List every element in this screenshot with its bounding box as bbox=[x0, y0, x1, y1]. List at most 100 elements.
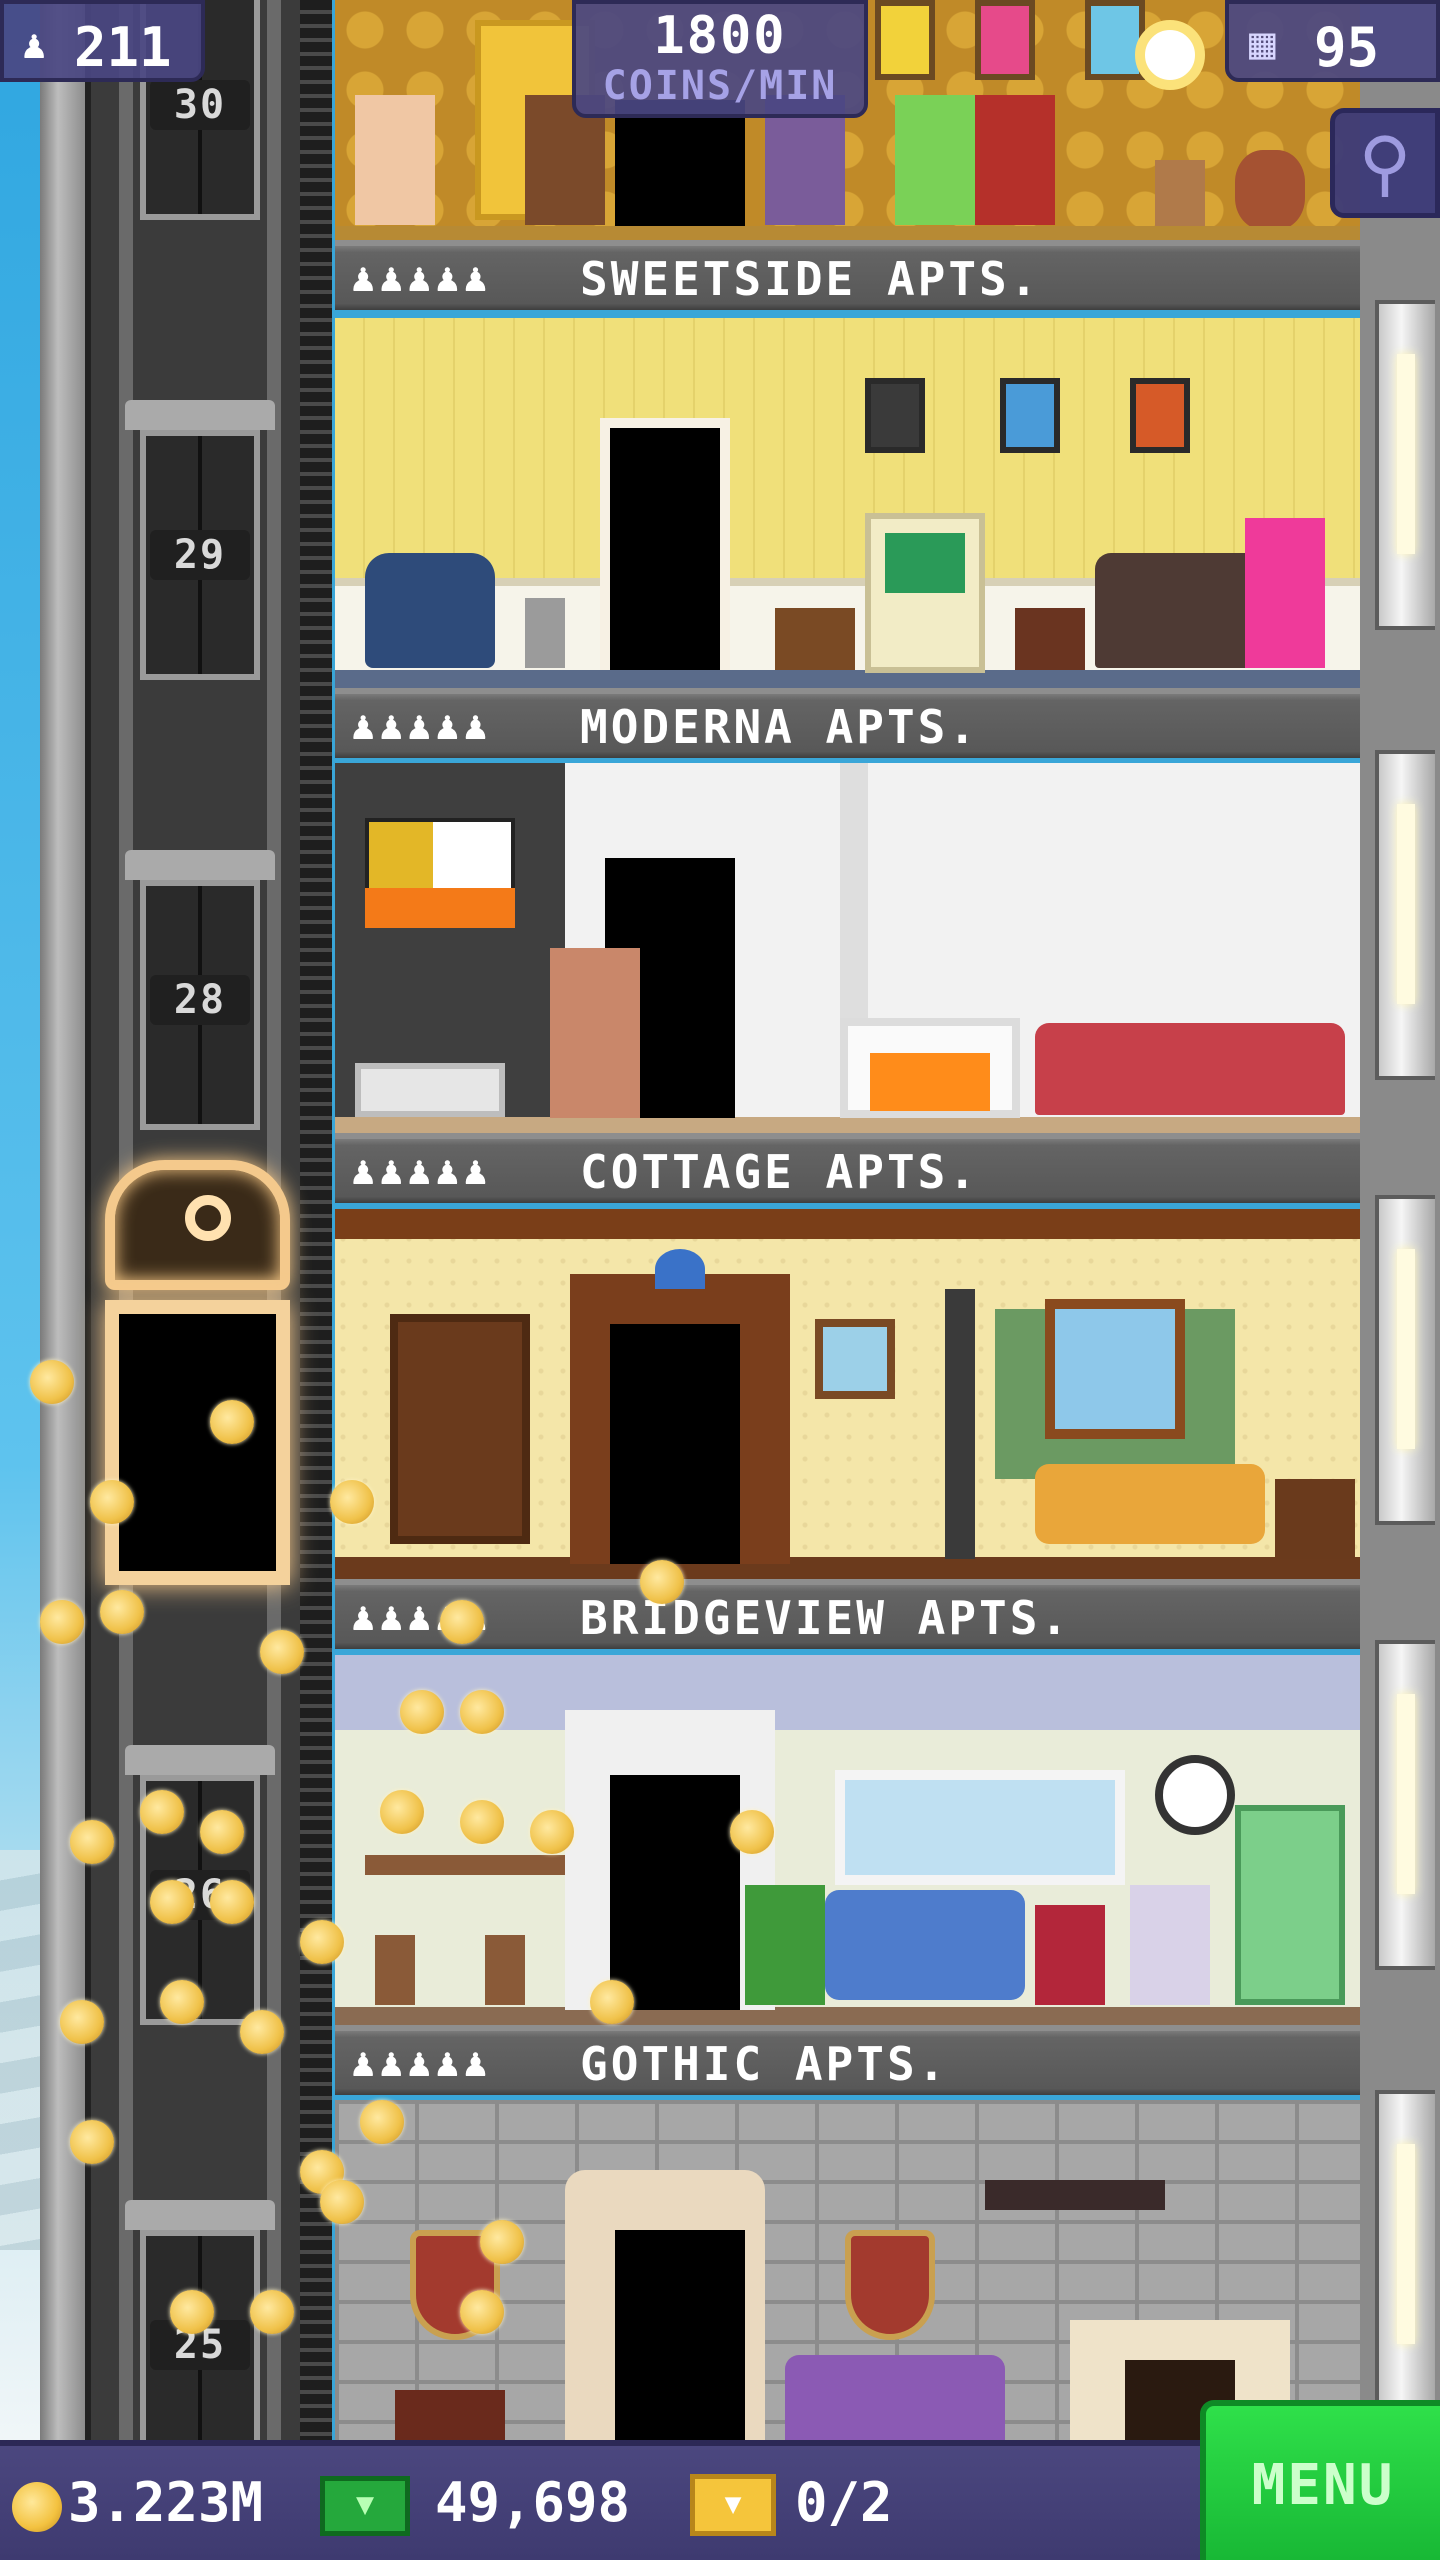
income-value: 1800 bbox=[653, 6, 787, 66]
coin-icon[interactable] bbox=[140, 1790, 184, 1834]
resident-sprite[interactable] bbox=[1130, 1885, 1210, 2005]
ceiling-lamp bbox=[655, 1249, 705, 1289]
tv-screen bbox=[885, 533, 965, 593]
window-light bbox=[1397, 2144, 1415, 2344]
abstract-painting-band bbox=[365, 888, 515, 928]
floor-bar-29[interactable]: ♟♟♟♟♟ MODERNA APTS. bbox=[335, 688, 1360, 758]
coin-icon[interactable] bbox=[240, 2010, 284, 2054]
apartment-door bbox=[600, 418, 730, 670]
population-counter[interactable]: ♟ 211 bbox=[0, 0, 205, 82]
coin-icon[interactable] bbox=[160, 1980, 204, 2024]
residents-indicator: ♟♟♟♟♟ bbox=[351, 255, 492, 301]
magnifier-icon: ⚲ bbox=[1358, 121, 1412, 205]
coin-icon[interactable] bbox=[530, 1810, 574, 1854]
window-light bbox=[1397, 354, 1415, 554]
floor-room-28[interactable] bbox=[335, 763, 1360, 1133]
coin-icon[interactable] bbox=[320, 2180, 364, 2224]
menu-button[interactable]: MENU bbox=[1200, 2400, 1440, 2560]
apartment-door bbox=[615, 2230, 745, 2440]
floor-count-counter[interactable]: ▦ 95 bbox=[1225, 0, 1440, 82]
search-button[interactable]: ⚲ bbox=[1330, 108, 1440, 218]
floor-bar-28[interactable]: ♟♟♟♟♟ COTTAGE APTS. bbox=[335, 1133, 1360, 1203]
income-unit: COINS/MIN bbox=[602, 63, 838, 109]
coin-icon[interactable] bbox=[210, 1880, 254, 1924]
elevator-frame bbox=[125, 2200, 275, 2230]
floor-count-value: 95 bbox=[1314, 16, 1380, 79]
coin-icon[interactable] bbox=[260, 1630, 304, 1674]
picture-frame bbox=[1130, 378, 1190, 453]
side-window bbox=[1375, 300, 1435, 630]
elevator-cab bbox=[105, 1300, 290, 1585]
elevator-car[interactable] bbox=[95, 1160, 300, 1590]
picture-frame bbox=[815, 1319, 895, 1399]
coin-icon[interactable] bbox=[300, 1920, 344, 1964]
resident-sprite[interactable] bbox=[355, 95, 435, 225]
apartment-door bbox=[610, 1324, 740, 1564]
resident-sprite[interactable] bbox=[745, 1885, 825, 2005]
coin-icon[interactable] bbox=[380, 1790, 424, 1834]
coin-icon[interactable] bbox=[460, 2290, 504, 2334]
floor-ledge bbox=[335, 226, 1360, 240]
coin-icon[interactable] bbox=[40, 1600, 84, 1644]
blue-sofa bbox=[825, 1890, 1025, 2000]
coin-icon[interactable] bbox=[360, 2100, 404, 2144]
resident-sprite[interactable] bbox=[1245, 518, 1325, 668]
resident-sprite[interactable] bbox=[550, 948, 640, 1118]
building-icon: ▦ bbox=[1249, 18, 1276, 69]
floor-number-30: 30 bbox=[150, 80, 250, 130]
vase bbox=[1235, 150, 1305, 230]
window bbox=[1045, 1299, 1185, 1439]
coin-icon[interactable] bbox=[460, 1690, 504, 1734]
residents-indicator: ♟♟♟♟♟ bbox=[351, 2040, 492, 2086]
coin-icon[interactable] bbox=[210, 1400, 254, 1444]
side-window bbox=[1375, 1195, 1435, 1525]
floor-bar-30[interactable]: ♟♟♟♟♟ SWEETSIDE APTS. bbox=[335, 240, 1360, 310]
coin-icon[interactable] bbox=[400, 1690, 444, 1734]
coin-icon[interactable] bbox=[330, 1480, 374, 1524]
population-value: 211 bbox=[74, 16, 172, 79]
coin-icon[interactable] bbox=[250, 2290, 294, 2334]
coin-icon[interactable] bbox=[440, 1600, 484, 1644]
bux-balance[interactable]: 49,698 bbox=[435, 2468, 630, 2538]
bux-icon[interactable]: ▼ bbox=[320, 2476, 410, 2536]
resident-sprite[interactable] bbox=[895, 95, 975, 225]
picture-frame bbox=[875, 0, 935, 80]
coin-icon[interactable] bbox=[590, 1980, 634, 2024]
floor-strip bbox=[335, 2007, 1360, 2025]
coin-icon[interactable] bbox=[100, 1590, 144, 1634]
coin-icon[interactable] bbox=[640, 1560, 684, 1604]
floor-bar-26[interactable]: ♟♟♟♟♟ GOTHIC APTS. bbox=[335, 2025, 1360, 2095]
side-table bbox=[1275, 1479, 1355, 1559]
coin-icon[interactable] bbox=[730, 1810, 774, 1854]
coin-icon[interactable] bbox=[460, 1800, 504, 1844]
blue-armchair bbox=[365, 553, 495, 668]
side-table bbox=[775, 608, 855, 670]
floor-strip bbox=[335, 670, 1360, 688]
coin-icon[interactable] bbox=[90, 1480, 134, 1524]
dining-table bbox=[365, 1855, 575, 1875]
chair bbox=[375, 1935, 415, 2005]
floor-number-28: 28 bbox=[150, 975, 250, 1025]
window-light bbox=[1397, 1249, 1415, 1449]
daisy-plant bbox=[1135, 20, 1205, 90]
yellow-sofa bbox=[1035, 1464, 1265, 1544]
coin-icon[interactable] bbox=[170, 2290, 214, 2334]
picture-frame bbox=[1000, 378, 1060, 453]
coin-icon[interactable] bbox=[70, 2120, 114, 2164]
ticket-icon[interactable]: ▼ bbox=[690, 2474, 776, 2536]
resident-sprite[interactable] bbox=[975, 95, 1055, 225]
coin-icon[interactable] bbox=[150, 1880, 194, 1924]
side-console bbox=[355, 1063, 505, 1117]
floor-bar-27[interactable]: ♟♟♟♟♟ BRIDGEVIEW APTS. bbox=[335, 1579, 1360, 1649]
coin-icon[interactable] bbox=[60, 2000, 104, 2044]
floor-room-25[interactable] bbox=[335, 2100, 1360, 2440]
coin-icon[interactable] bbox=[200, 1810, 244, 1854]
floor-room-27[interactable] bbox=[335, 1209, 1360, 1579]
tickets-count[interactable]: 0/2 bbox=[795, 2468, 893, 2538]
coin-icon[interactable] bbox=[30, 1360, 74, 1404]
side-window bbox=[1375, 750, 1435, 1080]
coin-icon[interactable] bbox=[70, 1820, 114, 1864]
income-panel[interactable]: 1800 COINS/MIN bbox=[572, 0, 868, 118]
coin-icon[interactable] bbox=[480, 2220, 524, 2264]
floor-room-29[interactable] bbox=[335, 318, 1360, 688]
